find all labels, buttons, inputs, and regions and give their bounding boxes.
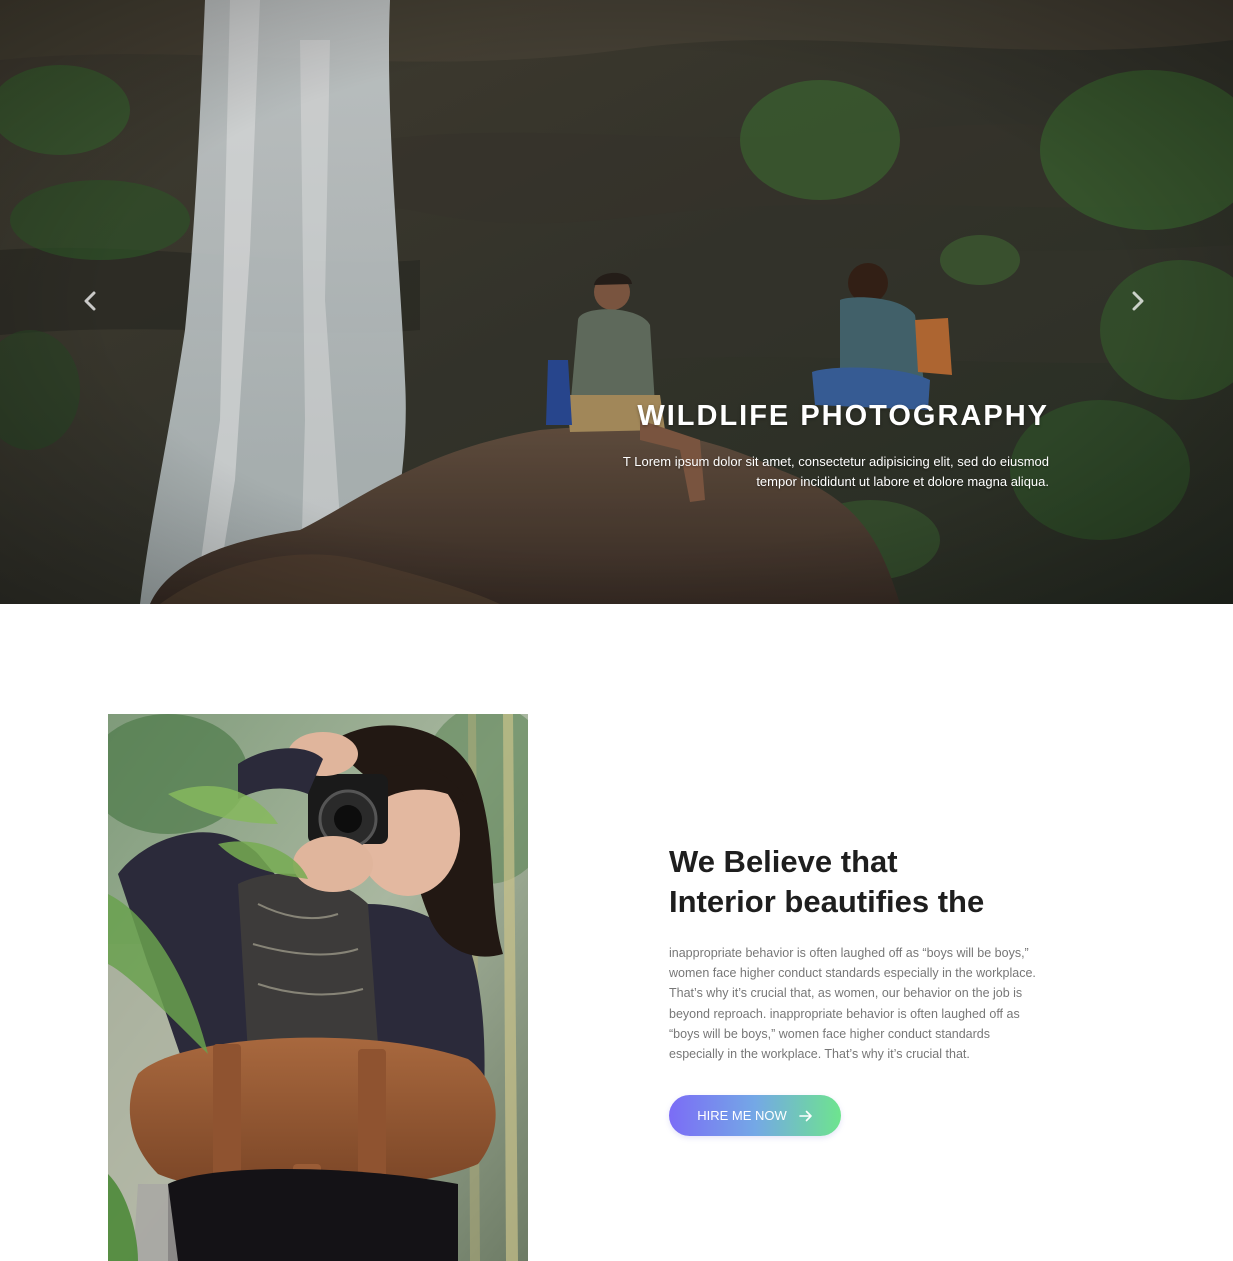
hero-description-line: T Lorem ipsum dolor sit amet, consectetu… [622, 454, 1049, 469]
hire-me-button-label: HIRE ME NOW [697, 1108, 787, 1123]
about-content: We Believe that Interior beautifies the … [669, 842, 1059, 1064]
about-paragraph-line: beyond reproach. inappropriate behavior … [669, 1006, 1020, 1021]
about-heading: We Believe that Interior beautifies the [669, 842, 1059, 922]
about-paragraph: inappropriate behavior is often laughed … [669, 943, 1059, 1064]
about-paragraph-line: especially in the workplace. That’s why … [669, 1047, 970, 1062]
about-paragraph-line: women face higher conduct standards espe… [669, 966, 1036, 981]
carousel-next-button[interactable] [1123, 286, 1153, 316]
about-paragraph-line: inappropriate behavior is often laughed … [669, 946, 1029, 960]
about-paragraph-line: That’s why it’s crucial that, as women, … [669, 986, 1023, 1001]
hero-slider: WILDLIFE PHOTOGRAPHY T Lorem ipsum dolor… [0, 0, 1233, 604]
hero-title: WILDLIFE PHOTOGRAPHY [637, 400, 1049, 432]
about-heading-line: We Believe that [669, 844, 898, 879]
carousel-prev-button[interactable] [75, 286, 105, 316]
about-paragraph-line: “boys will be boys,” women face higher c… [669, 1026, 990, 1041]
about-heading-line: Interior beautifies the [669, 884, 985, 919]
chevron-left-icon [84, 291, 96, 311]
hero-description: T Lorem ipsum dolor sit amet, consectetu… [560, 452, 1049, 492]
hire-me-button[interactable]: HIRE ME NOW [669, 1095, 841, 1136]
chevron-right-icon [1132, 291, 1144, 311]
hero-caption: WILDLIFE PHOTOGRAPHY T Lorem ipsum dolor… [560, 398, 1049, 492]
hero-image [0, 0, 1233, 604]
arrow-right-icon [798, 1110, 812, 1121]
hero-description-line: tempor incididunt ut labore et dolore ma… [756, 474, 1049, 489]
about-image [108, 714, 528, 1261]
